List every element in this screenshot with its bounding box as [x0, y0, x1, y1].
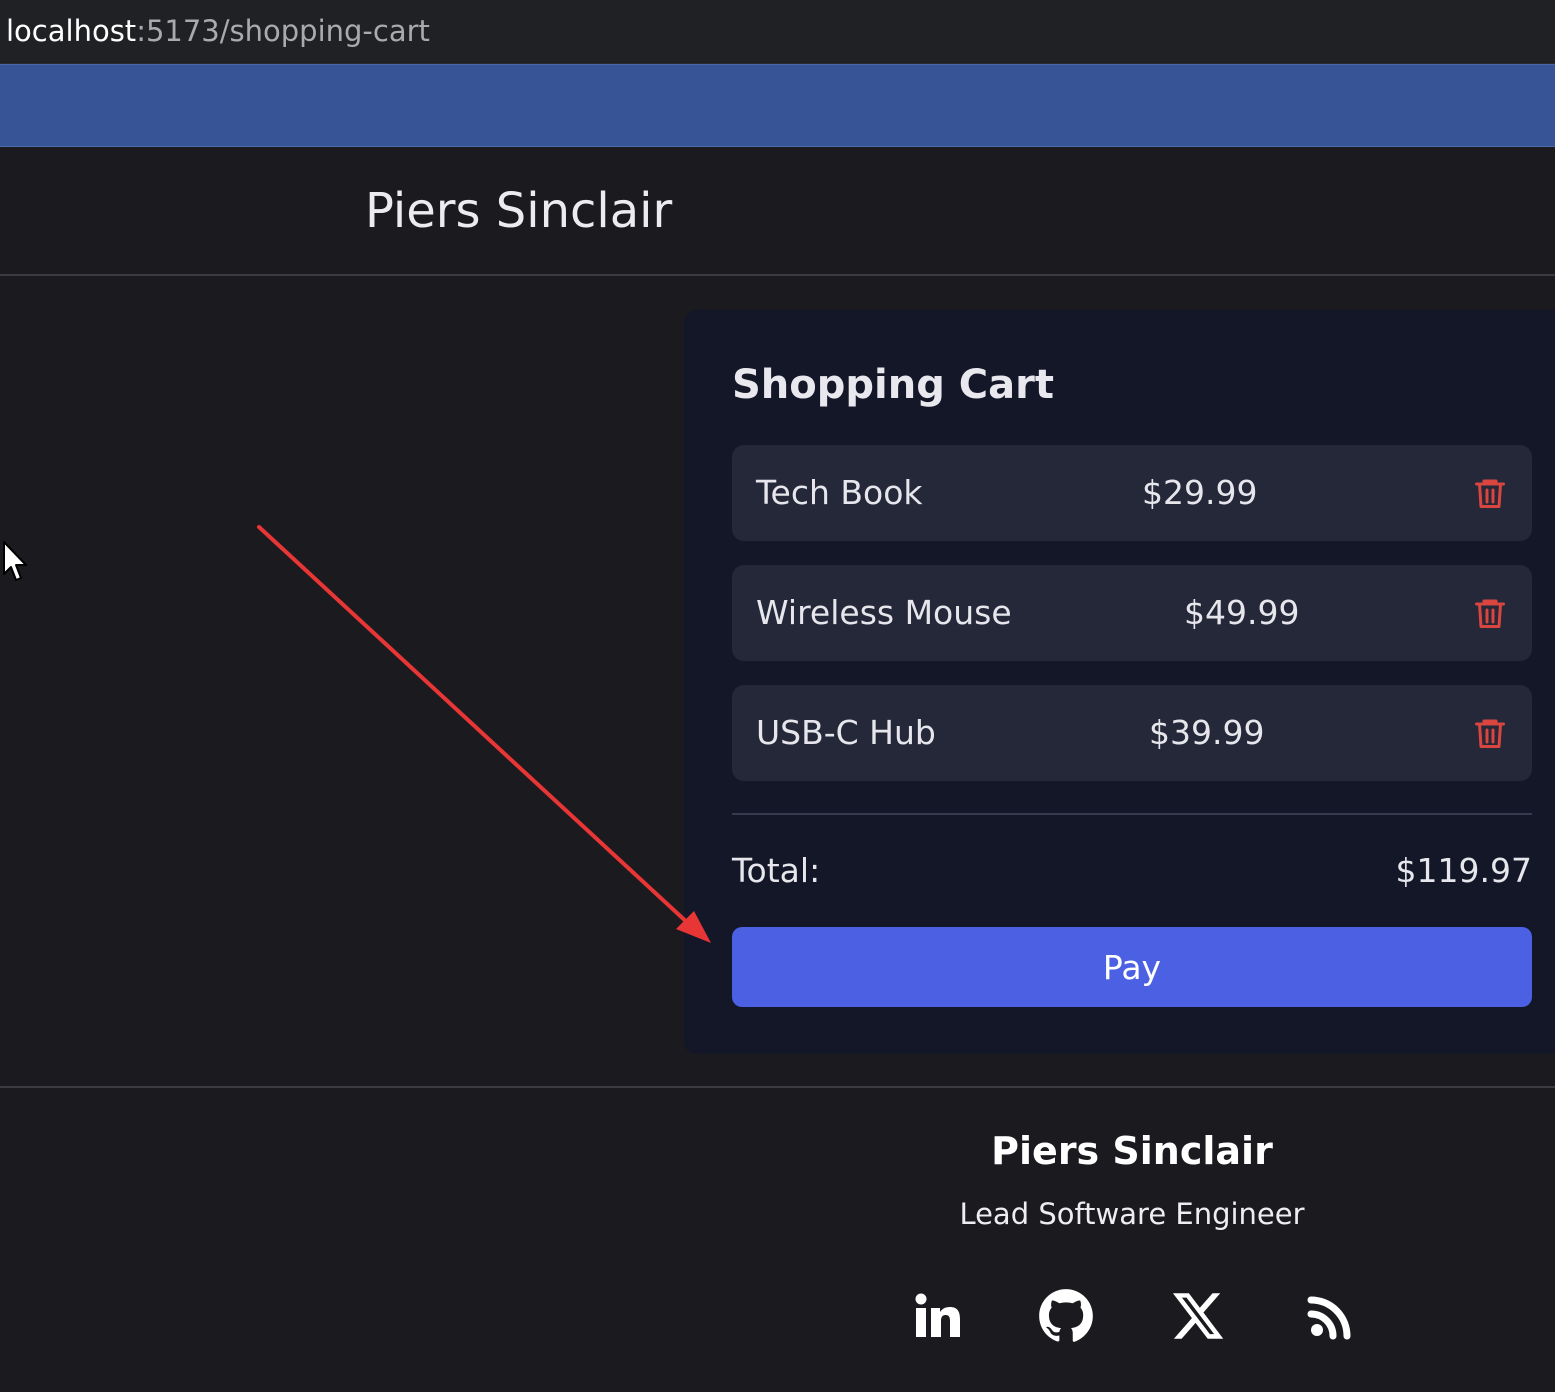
url-text[interactable]: localhost:5173/shopping-cart: [6, 12, 430, 50]
shopping-cart-card: Shopping Cart Tech Book $29.99 Wireless …: [684, 310, 1555, 1054]
annotation-arrow-line: [257, 525, 692, 927]
github-link[interactable]: [1038, 1288, 1094, 1344]
mouse-cursor-icon: [3, 541, 27, 581]
item-price: $29.99: [1142, 473, 1258, 512]
trash-icon: [1475, 719, 1505, 748]
cart-divider: [732, 813, 1532, 815]
site-header: Piers Sinclair: [0, 147, 1555, 276]
pay-button[interactable]: Pay: [732, 927, 1532, 1007]
footer-role: Lead Software Engineer: [959, 1197, 1305, 1231]
total-value: $119.97: [1395, 851, 1532, 890]
item-price: $49.99: [1184, 593, 1300, 632]
browser-address-bar[interactable]: localhost:5173/shopping-cart: [0, 0, 1555, 64]
trash-icon: [1475, 479, 1505, 508]
item-name: Tech Book: [756, 473, 923, 512]
top-banner: [0, 64, 1555, 147]
item-name: USB-C Hub: [756, 713, 936, 752]
cart-item: USB-C Hub $39.99: [732, 685, 1532, 781]
item-price: $39.99: [1149, 713, 1265, 752]
rss-icon: [1307, 1296, 1351, 1340]
linkedin-link[interactable]: [907, 1288, 963, 1344]
remove-item-button[interactable]: [1472, 715, 1508, 751]
x-icon: [1172, 1293, 1224, 1339]
footer-name: Piers Sinclair: [991, 1129, 1273, 1173]
remove-item-button[interactable]: [1472, 595, 1508, 631]
total-label: Total:: [732, 851, 821, 890]
site-title[interactable]: Piers Sinclair: [365, 183, 672, 239]
site-footer: Piers Sinclair Lead Software Engineer: [0, 1086, 1555, 1392]
remove-item-button[interactable]: [1472, 475, 1508, 511]
url-host: localhost: [6, 14, 137, 48]
cart-item: Wireless Mouse $49.99: [732, 565, 1532, 661]
x-link[interactable]: [1170, 1288, 1226, 1344]
rss-link[interactable]: [1303, 1288, 1359, 1344]
trash-icon: [1475, 599, 1505, 628]
linkedin-icon: [915, 1293, 960, 1337]
cart-item: Tech Book $29.99: [732, 445, 1532, 541]
item-name: Wireless Mouse: [756, 593, 1012, 632]
url-path: :5173/shopping-cart: [136, 14, 430, 48]
github-icon: [1039, 1289, 1093, 1342]
cart-heading: Shopping Cart: [732, 362, 1054, 408]
